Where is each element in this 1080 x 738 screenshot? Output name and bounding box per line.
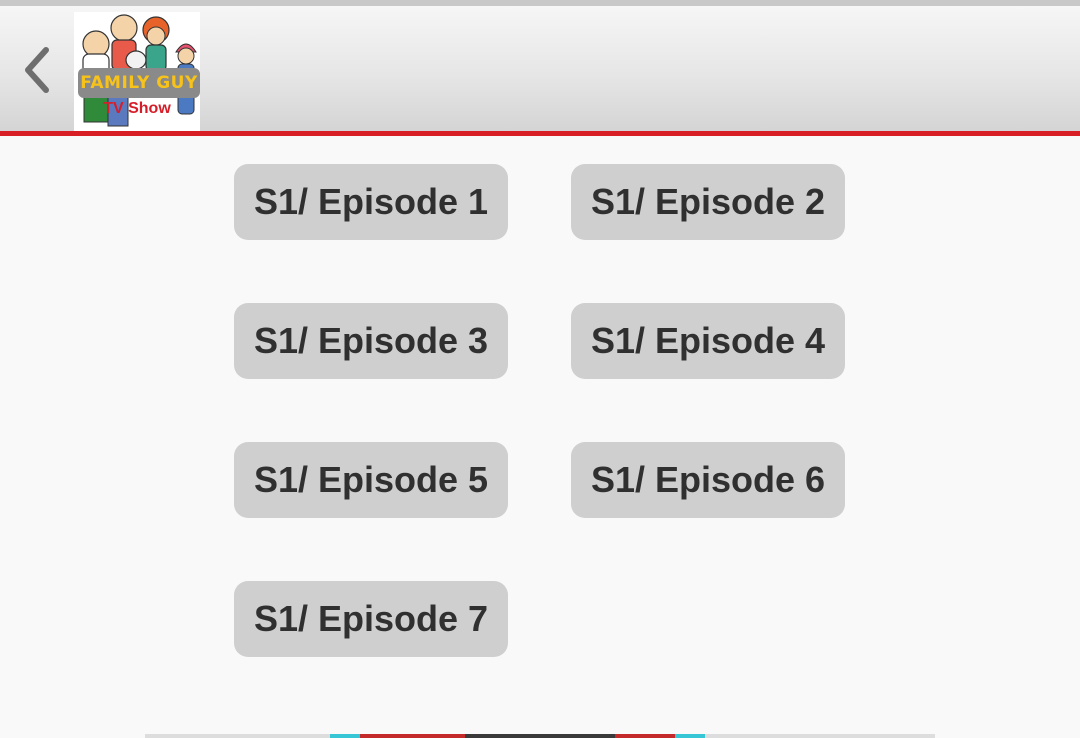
episode-button[interactable]: S1/ Episode 6 bbox=[571, 442, 845, 518]
show-logo: FAMILY GUY TV Show bbox=[74, 12, 200, 131]
episode-button[interactable]: S1/ Episode 1 bbox=[234, 164, 508, 240]
episode-button[interactable]: S1/ Episode 5 bbox=[234, 442, 508, 518]
strip-segment bbox=[465, 734, 615, 738]
strip-segment bbox=[675, 734, 705, 738]
strip-segment bbox=[360, 734, 465, 738]
episode-button[interactable]: S1/ Episode 7 bbox=[234, 581, 508, 657]
episode-button[interactable]: S1/ Episode 3 bbox=[234, 303, 508, 379]
back-button[interactable] bbox=[18, 44, 58, 96]
header-accent-border bbox=[0, 131, 1080, 136]
chevron-left-icon bbox=[25, 47, 49, 93]
logo-title: FAMILY GUY bbox=[80, 73, 198, 93]
strip-segment bbox=[615, 734, 675, 738]
bottom-edge-strip bbox=[145, 734, 935, 738]
episode-button[interactable]: S1/ Episode 2 bbox=[571, 164, 845, 240]
strip-segment bbox=[330, 734, 360, 738]
logo-title-banner: FAMILY GUY bbox=[78, 68, 200, 98]
logo-subtitle: TV Show bbox=[103, 100, 171, 117]
episode-button[interactable]: S1/ Episode 4 bbox=[571, 303, 845, 379]
